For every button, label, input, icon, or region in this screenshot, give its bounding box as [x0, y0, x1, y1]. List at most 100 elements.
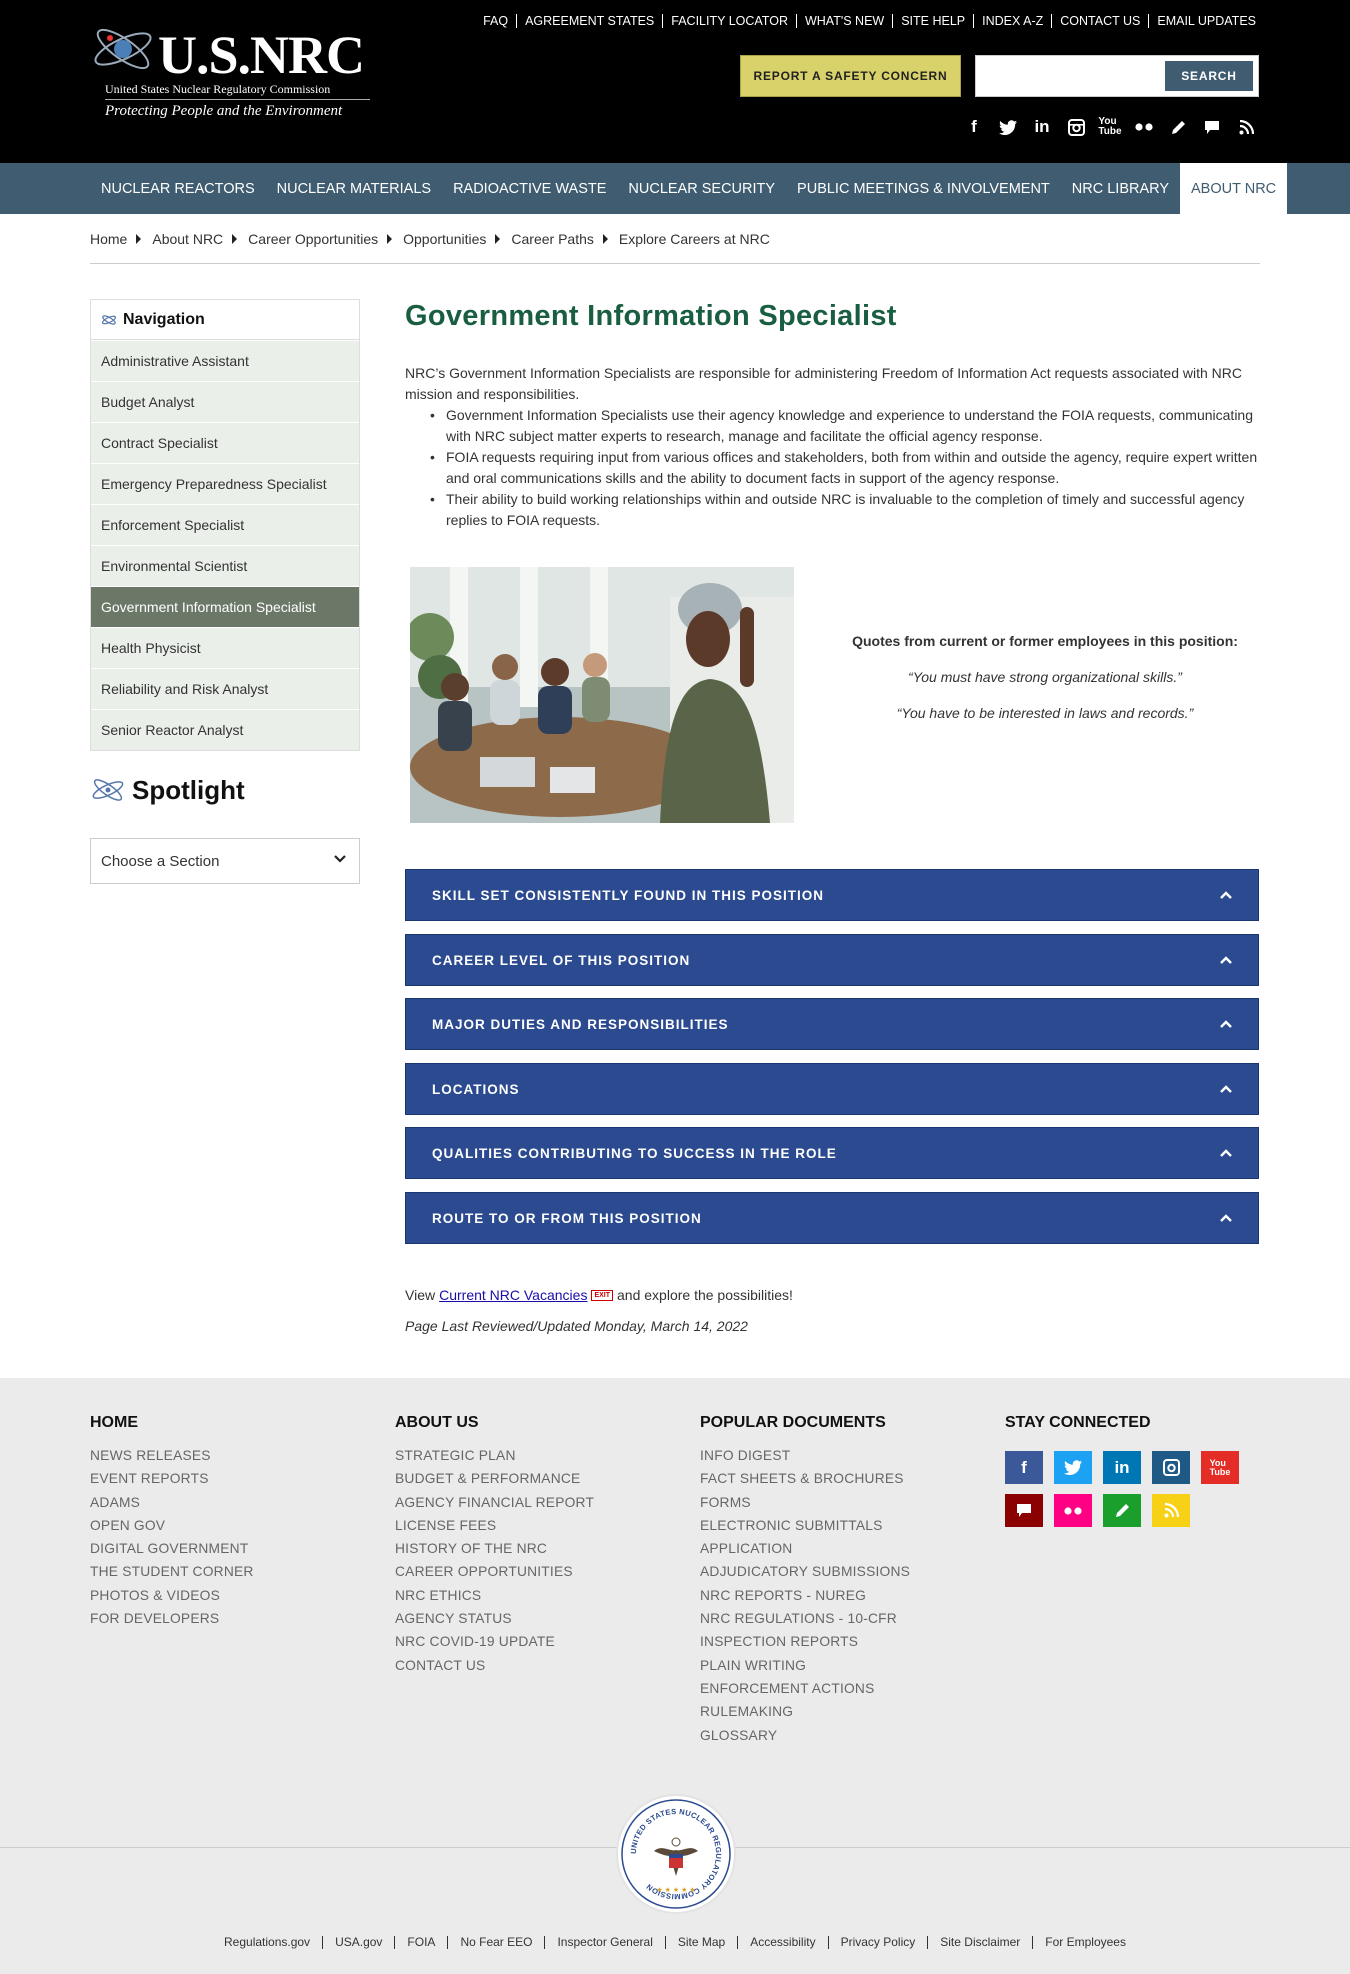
nav-radioactive-waste[interactable]: RADIOACTIVE WASTE [442, 163, 617, 214]
blog-icon[interactable] [1168, 117, 1188, 137]
footer-link[interactable]: AGENCY FINANCIAL REPORT [395, 1491, 594, 1514]
footer-link-usa-gov[interactable]: USA.gov [323, 1936, 396, 1949]
youtube-icon[interactable]: You Tube [1098, 117, 1121, 137]
footer-link-accessibility[interactable]: Accessibility [738, 1936, 829, 1949]
twitter-icon[interactable] [1054, 1451, 1092, 1484]
accordion-route[interactable]: ROUTE TO OR FROM THIS POSITION [405, 1192, 1259, 1244]
footer-link[interactable]: NEWS RELEASES [90, 1444, 254, 1467]
breadcrumb-explore-careers[interactable]: Explore Careers at NRC [619, 231, 770, 247]
nav-about-nrc[interactable]: ABOUT NRC [1180, 163, 1288, 214]
footer-link[interactable]: INSPECTION REPORTS [700, 1630, 910, 1653]
util-link-faq[interactable]: FAQ [475, 14, 518, 28]
sidebar-item-contract-specialist[interactable]: Contract Specialist [91, 422, 359, 463]
footer-link[interactable]: CAREER OPPORTUNITIES [395, 1560, 594, 1583]
footer-link[interactable]: THE STUDENT CORNER [90, 1560, 254, 1583]
footer-link-regulations-gov[interactable]: Regulations.gov [212, 1936, 324, 1949]
rss-icon[interactable] [1152, 1494, 1190, 1527]
footer-link[interactable]: NRC REPORTS - NUREG [700, 1584, 910, 1607]
util-link-site-help[interactable]: SITE HELP [893, 14, 975, 28]
breadcrumb-career-paths[interactable]: Career Paths [511, 231, 593, 247]
linkedin-icon[interactable]: in [1103, 1451, 1141, 1484]
footer-link[interactable]: RULEMAKING [700, 1700, 910, 1723]
breadcrumb-home[interactable]: Home [90, 231, 127, 247]
footer-link[interactable]: AGENCY STATUS [395, 1607, 594, 1630]
footer-link[interactable]: NRC REGULATIONS - 10-CFR [700, 1607, 910, 1630]
footer-link[interactable]: ADAMS [90, 1491, 254, 1514]
facebook-icon[interactable]: f [964, 117, 984, 137]
footer-link[interactable]: EVENT REPORTS [90, 1467, 254, 1490]
nav-public-meetings[interactable]: PUBLIC MEETINGS & INVOLVEMENT [786, 163, 1061, 214]
footer-heading[interactable]: POPULAR DOCUMENTS [700, 1414, 910, 1432]
instagram-icon[interactable] [1066, 117, 1086, 137]
accordion-career-level[interactable]: CAREER LEVEL OF THIS POSITION [405, 934, 1259, 986]
footer-link-for-employees[interactable]: For Employees [1033, 1936, 1138, 1949]
flickr-icon[interactable] [1134, 117, 1154, 137]
footer-link[interactable]: BUDGET & PERFORMANCE [395, 1467, 594, 1490]
current-vacancies-link[interactable]: Current NRC Vacancies [439, 1287, 587, 1303]
breadcrumb-about-nrc[interactable]: About NRC [152, 231, 223, 247]
sidebar-item-enforcement-specialist[interactable]: Enforcement Specialist [91, 504, 359, 545]
footer-link[interactable]: INFO DIGEST [700, 1444, 910, 1467]
instagram-icon[interactable] [1152, 1451, 1190, 1484]
footer-link-foia[interactable]: FOIA [395, 1936, 449, 1949]
footer-link-no-fear-eeo[interactable]: No Fear EEO [448, 1936, 546, 1949]
sidebar-item-health-physicist[interactable]: Health Physicist [91, 627, 359, 668]
breadcrumb-opportunities[interactable]: Opportunities [403, 231, 486, 247]
sidebar-item-government-information-specialist[interactable]: Government Information Specialist [91, 586, 359, 627]
report-safety-concern-button[interactable]: REPORT A SAFETY CONCERN [740, 55, 961, 97]
footer-link-inspector-general[interactable]: Inspector General [545, 1936, 666, 1949]
rss-icon[interactable] [1236, 117, 1256, 137]
footer-link-site-disclaimer[interactable]: Site Disclaimer [928, 1936, 1034, 1949]
sidebar-item-administrative-assistant[interactable]: Administrative Assistant [91, 340, 359, 381]
twitter-icon[interactable] [998, 117, 1018, 137]
util-link-index[interactable]: INDEX A-Z [974, 14, 1053, 28]
footer-link[interactable]: FOR DEVELOPERS [90, 1607, 254, 1630]
sidebar-item-reliability-risk-analyst[interactable]: Reliability and Risk Analyst [91, 668, 359, 709]
breadcrumb-career-opportunities[interactable]: Career Opportunities [248, 231, 378, 247]
footer-link[interactable]: ENFORCEMENT ACTIONS [700, 1677, 910, 1700]
search-button[interactable]: SEARCH [1165, 61, 1253, 91]
footer-link[interactable]: GLOSSARY [700, 1724, 910, 1747]
nrc-logo[interactable]: U.S.NRC United States Nuclear Regulatory… [88, 18, 370, 128]
accordion-locations[interactable]: LOCATIONS [405, 1063, 1259, 1115]
nav-nuclear-security[interactable]: NUCLEAR SECURITY [617, 163, 786, 214]
search-input[interactable] [980, 60, 1160, 92]
flickr-icon[interactable] [1054, 1494, 1092, 1527]
footer-link[interactable]: HISTORY OF THE NRC [395, 1537, 594, 1560]
comment-icon[interactable] [1005, 1494, 1043, 1527]
footer-link[interactable]: APPLICATION [700, 1537, 910, 1560]
sidebar-item-senior-reactor-analyst[interactable]: Senior Reactor Analyst [91, 709, 359, 750]
util-link-facility-locator[interactable]: FACILITY LOCATOR [663, 14, 797, 28]
sidebar-item-budget-analyst[interactable]: Budget Analyst [91, 381, 359, 422]
footer-link[interactable]: NRC ETHICS [395, 1584, 594, 1607]
footer-link[interactable]: OPEN GOV [90, 1514, 254, 1537]
footer-link[interactable]: PHOTOS & VIDEOS [90, 1584, 254, 1607]
footer-link-site-map[interactable]: Site Map [666, 1936, 739, 1949]
accordion-skill-set[interactable]: SKILL SET CONSISTENTLY FOUND IN THIS POS… [405, 869, 1259, 921]
footer-heading[interactable]: ABOUT US [395, 1414, 594, 1432]
footer-link[interactable]: ADJUDICATORY SUBMISSIONS [700, 1560, 910, 1583]
sidebar-item-emergency-preparedness[interactable]: Emergency Preparedness Specialist [91, 463, 359, 504]
choose-section-select[interactable]: Choose a Section [90, 838, 360, 884]
comment-icon[interactable] [1202, 117, 1222, 137]
util-link-contact[interactable]: CONTACT US [1052, 14, 1150, 28]
footer-link[interactable]: LICENSE FEES [395, 1514, 594, 1537]
footer-heading[interactable]: HOME [90, 1414, 254, 1432]
nav-nrc-library[interactable]: NRC LIBRARY [1061, 163, 1180, 214]
accordion-major-duties[interactable]: MAJOR DUTIES AND RESPONSIBILITIES [405, 998, 1259, 1050]
util-link-email-updates[interactable]: EMAIL UPDATES [1149, 14, 1256, 28]
sidebar-item-environmental-scientist[interactable]: Environmental Scientist [91, 545, 359, 586]
footer-link[interactable]: FACT SHEETS & BROCHURES [700, 1467, 910, 1490]
footer-link[interactable]: PLAIN WRITING [700, 1654, 910, 1677]
footer-link[interactable]: STRATEGIC PLAN [395, 1444, 594, 1467]
youtube-icon[interactable]: You Tube [1201, 1451, 1239, 1484]
footer-link[interactable]: CONTACT US [395, 1654, 594, 1677]
footer-link[interactable]: FORMS [700, 1491, 910, 1514]
nav-nuclear-reactors[interactable]: NUCLEAR REACTORS [90, 163, 266, 214]
footer-link-privacy-policy[interactable]: Privacy Policy [829, 1936, 929, 1949]
footer-link[interactable]: NRC COVID-19 UPDATE [395, 1630, 594, 1653]
linkedin-icon[interactable]: in [1032, 117, 1052, 137]
footer-link[interactable]: DIGITAL GOVERNMENT [90, 1537, 254, 1560]
nav-nuclear-materials[interactable]: NUCLEAR MATERIALS [266, 163, 442, 214]
blog-icon[interactable] [1103, 1494, 1141, 1527]
